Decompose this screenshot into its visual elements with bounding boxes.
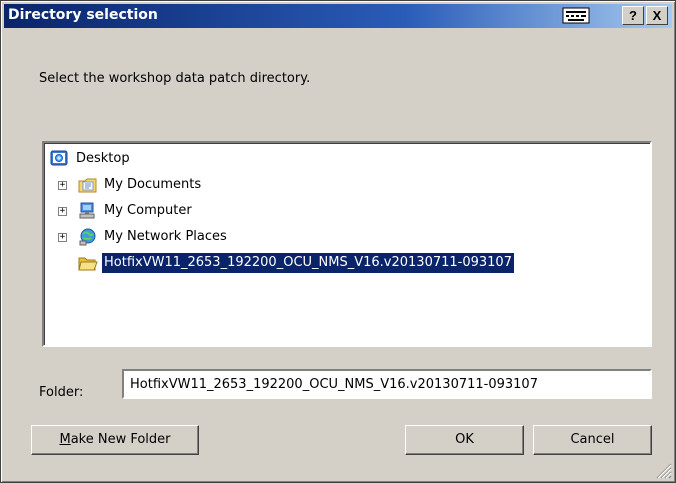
- computer-icon: [79, 202, 95, 219]
- close-button[interactable]: X: [646, 6, 668, 25]
- network-places-icon: [79, 228, 96, 246]
- expand-icon[interactable]: +: [58, 181, 67, 190]
- instruction-text: Select the workshop data patch directory…: [39, 71, 311, 86]
- mnemonic-letter: M: [59, 432, 71, 447]
- expand-icon[interactable]: +: [58, 207, 67, 216]
- ok-button[interactable]: OK: [405, 425, 524, 455]
- open-folder-icon: [78, 257, 98, 271]
- window-title: Directory selection: [8, 7, 158, 23]
- make-new-folder-button[interactable]: Make New Folder: [31, 425, 199, 455]
- title-bar[interactable]: Directory selection ? X: [4, 4, 672, 28]
- button-label: ake New Folder: [70, 432, 171, 447]
- desktop-icon: [50, 150, 68, 166]
- tree-item-label: Desktop: [76, 151, 130, 166]
- keyboard-icon[interactable]: [562, 7, 590, 24]
- expand-icon[interactable]: +: [58, 233, 67, 242]
- directory-selection-dialog: Directory selection ? X Select the works…: [0, 0, 676, 483]
- tree-item-label: My Documents: [104, 177, 202, 192]
- folder-input[interactable]: [122, 369, 652, 399]
- folder-label: Folder:: [39, 385, 84, 400]
- documents-folder-icon: [78, 178, 97, 193]
- tree-item-label: HotfixVW11_2653_192200_OCU_NMS_V16.v2013…: [101, 252, 515, 274]
- resize-grip-icon[interactable]: [654, 461, 672, 479]
- help-button[interactable]: ?: [622, 6, 644, 25]
- folder-tree[interactable]: Desktop + My Documents + My Computer + M…: [42, 141, 652, 347]
- cancel-button[interactable]: Cancel: [533, 425, 652, 455]
- tree-item-label: My Computer: [104, 203, 192, 218]
- tree-item-label: My Network Places: [104, 229, 227, 244]
